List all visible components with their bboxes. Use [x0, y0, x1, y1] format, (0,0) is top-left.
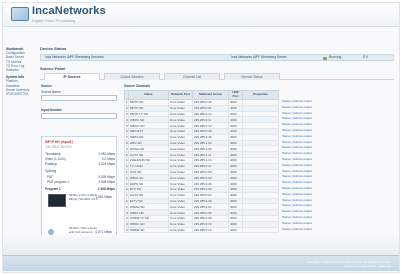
stat-key: Timestamp — [45, 152, 61, 156]
device-status-title: Device Status — [40, 46, 67, 51]
table-cell[interactable]: WMDE SD — [128, 226, 169, 234]
table-row[interactable]: 23WMDE SDCore Video239.255.0.144000 — [124, 226, 279, 234]
input-number-field[interactable] — [41, 113, 117, 119]
source-panel-tabs: IP Sources Output Streams Channel List S… — [40, 73, 394, 80]
device-name: Inca Networks IAPF Streaming Services — [45, 55, 104, 59]
stat-value: 1.981 Mbps — [98, 152, 115, 156]
column-header[interactable]: UDP Port — [228, 90, 243, 100]
source-panel-title: Source Panel — [40, 66, 66, 71]
tab-ip-sources[interactable]: IP Sources — [44, 73, 100, 80]
footer: Copyright © 2005-2013 Inca Networks Inc.… — [3, 255, 399, 271]
stat-key: Splicing — [45, 169, 57, 173]
source-name-input[interactable] — [41, 95, 117, 101]
program-video-rate: 1.951 Mbps — [95, 195, 112, 199]
stat-key: Video (1,1021) — [45, 157, 66, 161]
table-cell: 239.255.0.14 — [192, 226, 229, 234]
stat-value: 1.908 Mbps — [97, 187, 115, 191]
sources-list-panel: Source Channels Name Network Port Multic… — [124, 84, 394, 248]
source-name-label: Source Name — [41, 90, 61, 94]
tab-service-status[interactable]: Service Status — [224, 73, 280, 80]
stat-key: PMT program 1 — [47, 180, 70, 184]
device-stats: E 0 — [363, 55, 368, 59]
column-header: Properties — [242, 90, 279, 100]
sidebar-item-statistics[interactable]: Statistics — [6, 68, 36, 72]
source-info-address: 239.255.0.36:4000 — [45, 145, 72, 149]
stat-key: Padding — [45, 162, 57, 166]
table-cell: 4000 — [228, 226, 243, 234]
stat-value: 0.024 Mbps — [98, 162, 115, 166]
app-header: IncaNetworks Digital Video Processing — [3, 3, 399, 27]
sidebar: Workbench Configuration Basic Server TS … — [6, 45, 36, 96]
device-state: Running — [329, 55, 342, 59]
sidebar-item-ipos[interactable]: IPOS INFOTEK — [6, 92, 36, 96]
device-status-bar: Inca Networks IAPF Streaming Services In… — [40, 54, 394, 61]
sources-table: Name Network Port Multicast Group UDP Po… — [124, 90, 279, 234]
app-frame: IncaNetworks Digital Video Processing Wo… — [2, 2, 400, 273]
table-cell — [242, 226, 279, 234]
brand-tagline: Digital Video Processing — [32, 18, 76, 23]
brand-name: IncaNetworks — [32, 5, 106, 17]
footer-gradient — [3, 235, 399, 255]
source-label: Source — [41, 84, 52, 88]
brand-logo-icon — [11, 7, 29, 21]
column-header[interactable]: Network Port — [168, 90, 193, 100]
source-info-title: MPTP HD (Input1) — [45, 140, 73, 144]
stat-key: PAT — [47, 175, 53, 179]
properties-links: Stereo | Add an output Stereo | Add an ou… — [282, 99, 344, 232]
input-number-label: Input Number — [41, 108, 62, 112]
program-audio-rate: 0.071 Mbps — [95, 230, 112, 234]
video-thumbnail — [48, 194, 66, 207]
column-header[interactable]: Multicast Group — [192, 90, 229, 100]
tab-output-streams[interactable]: Output Streams — [104, 73, 160, 80]
status-ok-icon — [323, 56, 327, 60]
version-text: Version 2.3 | 2013-05-10 | Welcome — [343, 264, 391, 268]
stat-value: 0.0 Mbps — [101, 157, 115, 161]
column-header[interactable]: Name — [128, 90, 169, 100]
table-cell: Core Video — [168, 226, 193, 234]
sources-table-title: Source Channels — [124, 84, 151, 88]
stat-value: 0.528 Mbps — [98, 175, 115, 179]
stat-value: 0.528 Mbps — [98, 180, 115, 184]
tab-channel-list[interactable]: Channel List — [164, 73, 220, 80]
main-content: Device Status Inca Networks IAPF Streami… — [40, 45, 394, 250]
device-model: Inca Networks IAPF Streaming Server — [231, 55, 287, 59]
source-detail-panel: Source Source Name Input Number MPTP HD … — [40, 84, 120, 248]
table-header-row: Name Network Port Multicast Group UDP Po… — [124, 90, 279, 100]
source-info-box: MPTP HD (Input1) 239.255.0.36:4000 Times… — [41, 136, 117, 246]
row-property-link[interactable]: Stereo | Add an output — [282, 227, 344, 233]
stat-key: Program 1 — [45, 187, 61, 191]
